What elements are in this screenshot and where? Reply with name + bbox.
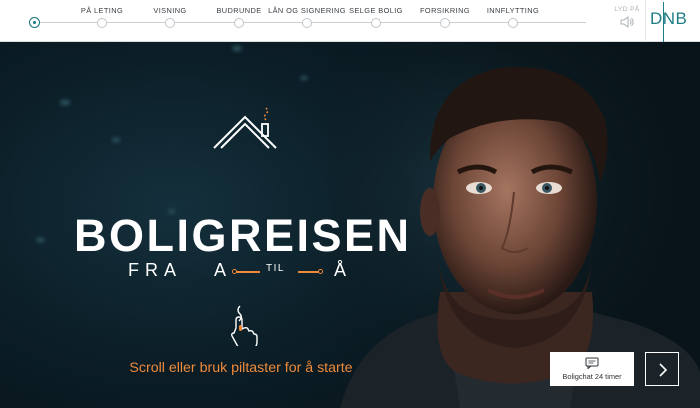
dnb-logo[interactable]: DNB xyxy=(650,9,687,29)
sound-toggle[interactable]: LYD PÅ xyxy=(612,6,642,28)
roof-chimney-icon xyxy=(213,107,277,149)
tagline-dot xyxy=(232,269,237,274)
top-navigation: PÅ LETING VISNING BUDRUNDE LÅN OG SIGNER… xyxy=(0,0,700,42)
next-button[interactable] xyxy=(645,352,679,386)
speaker-icon xyxy=(620,16,634,28)
tagline-aa: Å xyxy=(334,260,353,280)
timeline-start-marker[interactable] xyxy=(29,17,40,28)
nav-step-label: INNFLYTTING xyxy=(486,6,540,15)
background-light xyxy=(36,238,45,242)
tagline-fra: FRA xyxy=(128,260,182,280)
boligchat-label: Boligchat 24 timer xyxy=(562,372,622,381)
tagline-connector xyxy=(298,271,320,273)
background-light xyxy=(112,138,120,142)
sound-toggle-label: LYD PÅ xyxy=(614,6,640,13)
scroll-instruction: Scroll eller bruk piltaster for å starte xyxy=(129,360,353,376)
header-divider xyxy=(645,0,646,42)
headline: BOLIGREISEN xyxy=(74,210,412,261)
tagline-a: A xyxy=(214,260,233,280)
dnb-logo-bar xyxy=(663,2,664,42)
boligchat-button[interactable]: Boligchat 24 timer xyxy=(550,352,634,386)
tagline-dot xyxy=(318,269,323,274)
scroll-hand-icon xyxy=(231,305,258,346)
tagline: FRA A TIL Å xyxy=(128,260,356,280)
nav-step-dot xyxy=(97,18,107,28)
nav-step-dot xyxy=(508,18,518,28)
background-light xyxy=(60,100,70,105)
nav-step-dot xyxy=(371,18,381,28)
background-light xyxy=(232,46,242,51)
nav-step-dot xyxy=(440,18,450,28)
nav-step-dot xyxy=(234,18,244,28)
chevron-right-icon xyxy=(659,363,668,377)
nav-step-innflytting[interactable]: INNFLYTTING xyxy=(458,6,568,28)
chat-bubble-icon xyxy=(585,357,599,369)
nav-step-dot xyxy=(302,18,312,28)
nav-step-dot xyxy=(165,18,175,28)
background-light xyxy=(300,76,308,80)
tagline-connector xyxy=(236,271,260,273)
tagline-til: TIL xyxy=(266,263,285,274)
